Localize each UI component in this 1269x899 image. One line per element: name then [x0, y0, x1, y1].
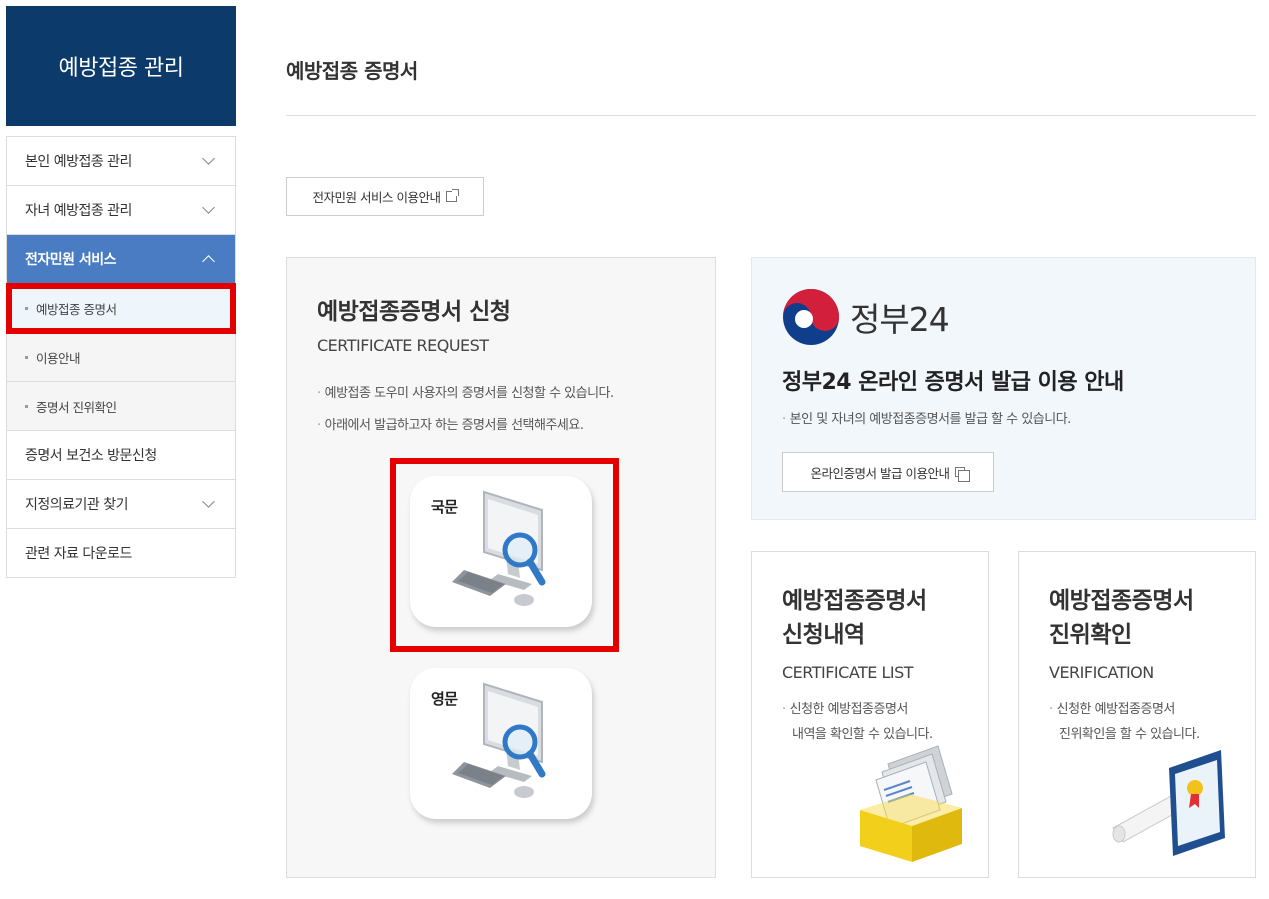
external-link-icon	[446, 189, 460, 202]
card-description: 신청한 예방접종증명서 진위확인을 할 수 있습니다.	[1049, 697, 1200, 747]
card-description: 신청한 예방접종증명서 내역을 확인할 수 있습니다.	[782, 697, 933, 747]
chevron-down-icon	[202, 495, 215, 508]
sidebar-subitem-certificate[interactable]: 예방접종 증명서	[6, 283, 236, 334]
description-line: 신청한 예방접종증명서	[782, 697, 933, 722]
sidebar-subitem-label: 이용안내	[36, 350, 81, 366]
english-certificate-button[interactable]: 영문	[410, 668, 592, 819]
sidebar-item-visit-request[interactable]: 증명서 보건소 방문신청	[7, 431, 235, 480]
sidebar-item-self-vaccination[interactable]: 본인 예방접종 관리	[7, 137, 235, 186]
gov24-logo-text: 정부24	[850, 300, 950, 339]
divider	[286, 115, 1256, 116]
certificate-frame-icon	[1112, 750, 1225, 856]
card-title: 예방접종증명서 신청내역	[782, 584, 927, 652]
card-subtitle: CERTIFICATE LIST	[782, 663, 914, 682]
sidebar-item-find-clinic[interactable]: 지정의료기관 찾기	[7, 480, 235, 529]
sidebar-item-downloads[interactable]: 관련 자료 다운로드	[7, 529, 235, 578]
description-line: 신청한 예방접종증명서	[1049, 697, 1200, 722]
sidebar-item-label: 본인 예방접종 관리	[25, 154, 132, 170]
card-title: 정부24 온라인 증명서 발급 이용 안내	[782, 370, 1124, 395]
sidebar: 예방접종 관리 본인 예방접종 관리 자녀 예방접종 관리 전자민원 서비스 예…	[6, 6, 236, 578]
sidebar-item-label: 지정의료기관 찾기	[25, 497, 129, 513]
sidebar-item-label: 증명서 보건소 방문신청	[25, 448, 157, 464]
page-title: 예방접종 증명서	[286, 59, 418, 83]
card-title-line: 예방접종증명서	[782, 588, 927, 614]
bullet-icon	[25, 306, 28, 310]
korean-certificate-button[interactable]: 국문	[410, 476, 592, 627]
card-title: 예방접종증명서 신청	[317, 299, 511, 325]
sidebar-menu: 본인 예방접종 관리 자녀 예방접종 관리 전자민원 서비스 예방접종 증명서 …	[6, 136, 236, 578]
sidebar-subitem-verification[interactable]: 증명서 진위확인	[7, 382, 235, 431]
taegeuk-logo-icon	[783, 289, 839, 345]
card-description: 예방접종 도우미 사용자의 증명서를 신청할 수 있습니다. 아래에서 발급하고…	[317, 378, 615, 442]
sidebar-subitem-label: 증명서 진위확인	[36, 399, 117, 415]
computer-search-icon	[452, 490, 546, 606]
online-certificate-guide-button[interactable]: 온라인증명서 발급 이용안내	[782, 452, 994, 492]
gov24-card: 정부24 정부24 온라인 증명서 발급 이용 안내 본인 및 자녀의 예방접종…	[751, 257, 1256, 520]
card-description: 본인 및 자녀의 예방접종증명서를 발급 할 수 있습니다.	[782, 408, 1072, 427]
sidebar-subitem-label: 예방접종 증명서	[36, 301, 117, 317]
e-civil-guide-button[interactable]: 전자민원 서비스 이용안내	[286, 177, 484, 216]
sidebar-subitem-guide[interactable]: 이용안내	[7, 333, 235, 382]
description-line: 진위확인을 할 수 있습니다.	[1059, 727, 1200, 742]
sidebar-item-child-vaccination[interactable]: 자녀 예방접종 관리	[7, 186, 235, 235]
card-title-line: 진위확인	[1049, 622, 1132, 648]
copy-icon	[955, 467, 971, 482]
description-line: 아래에서 발급하고자 하는 증명서를 선택해주세요.	[317, 410, 614, 442]
button-label: 온라인증명서 발급 이용안내	[810, 465, 950, 481]
chevron-down-icon	[202, 152, 215, 165]
description-line: 예방접종 도우미 사용자의 증명서를 신청할 수 있습니다.	[317, 378, 615, 410]
sidebar-item-label: 자녀 예방접종 관리	[25, 203, 132, 219]
verification-card[interactable]: 예방접종증명서 진위확인 VERIFICATION 신청한 예방접종증명서 진위…	[1018, 551, 1256, 878]
sidebar-title: 예방접종 관리	[6, 6, 236, 126]
card-subtitle: VERIFICATION	[1049, 663, 1154, 682]
bullet-icon	[25, 404, 28, 408]
sidebar-item-label: 관련 자료 다운로드	[25, 546, 132, 562]
certificate-request-card: 예방접종증명서 신청 CERTIFICATE REQUEST 예방접종 도우미 …	[286, 257, 716, 878]
chevron-up-icon	[202, 255, 215, 268]
bullet-icon	[25, 355, 28, 359]
chevron-down-icon	[202, 201, 215, 214]
certificate-list-card[interactable]: 예방접종증명서 신청내역 CERTIFICATE LIST 신청한 예방접종증명…	[751, 551, 989, 878]
card-title-line: 신청내역	[782, 622, 865, 648]
card-title: 예방접종증명서 진위확인	[1049, 584, 1194, 652]
document-box-icon	[860, 745, 962, 862]
computer-search-icon	[452, 682, 546, 798]
gov24-logo: 정부24	[782, 288, 950, 346]
card-subtitle: CERTIFICATE REQUEST	[317, 336, 489, 355]
sidebar-item-label: 전자민원 서비스	[25, 252, 117, 268]
sidebar-item-e-civil-service[interactable]: 전자민원 서비스	[7, 235, 235, 284]
card-title-line: 예방접종증명서	[1049, 588, 1194, 614]
button-label: 전자민원 서비스 이용안내	[312, 190, 441, 205]
